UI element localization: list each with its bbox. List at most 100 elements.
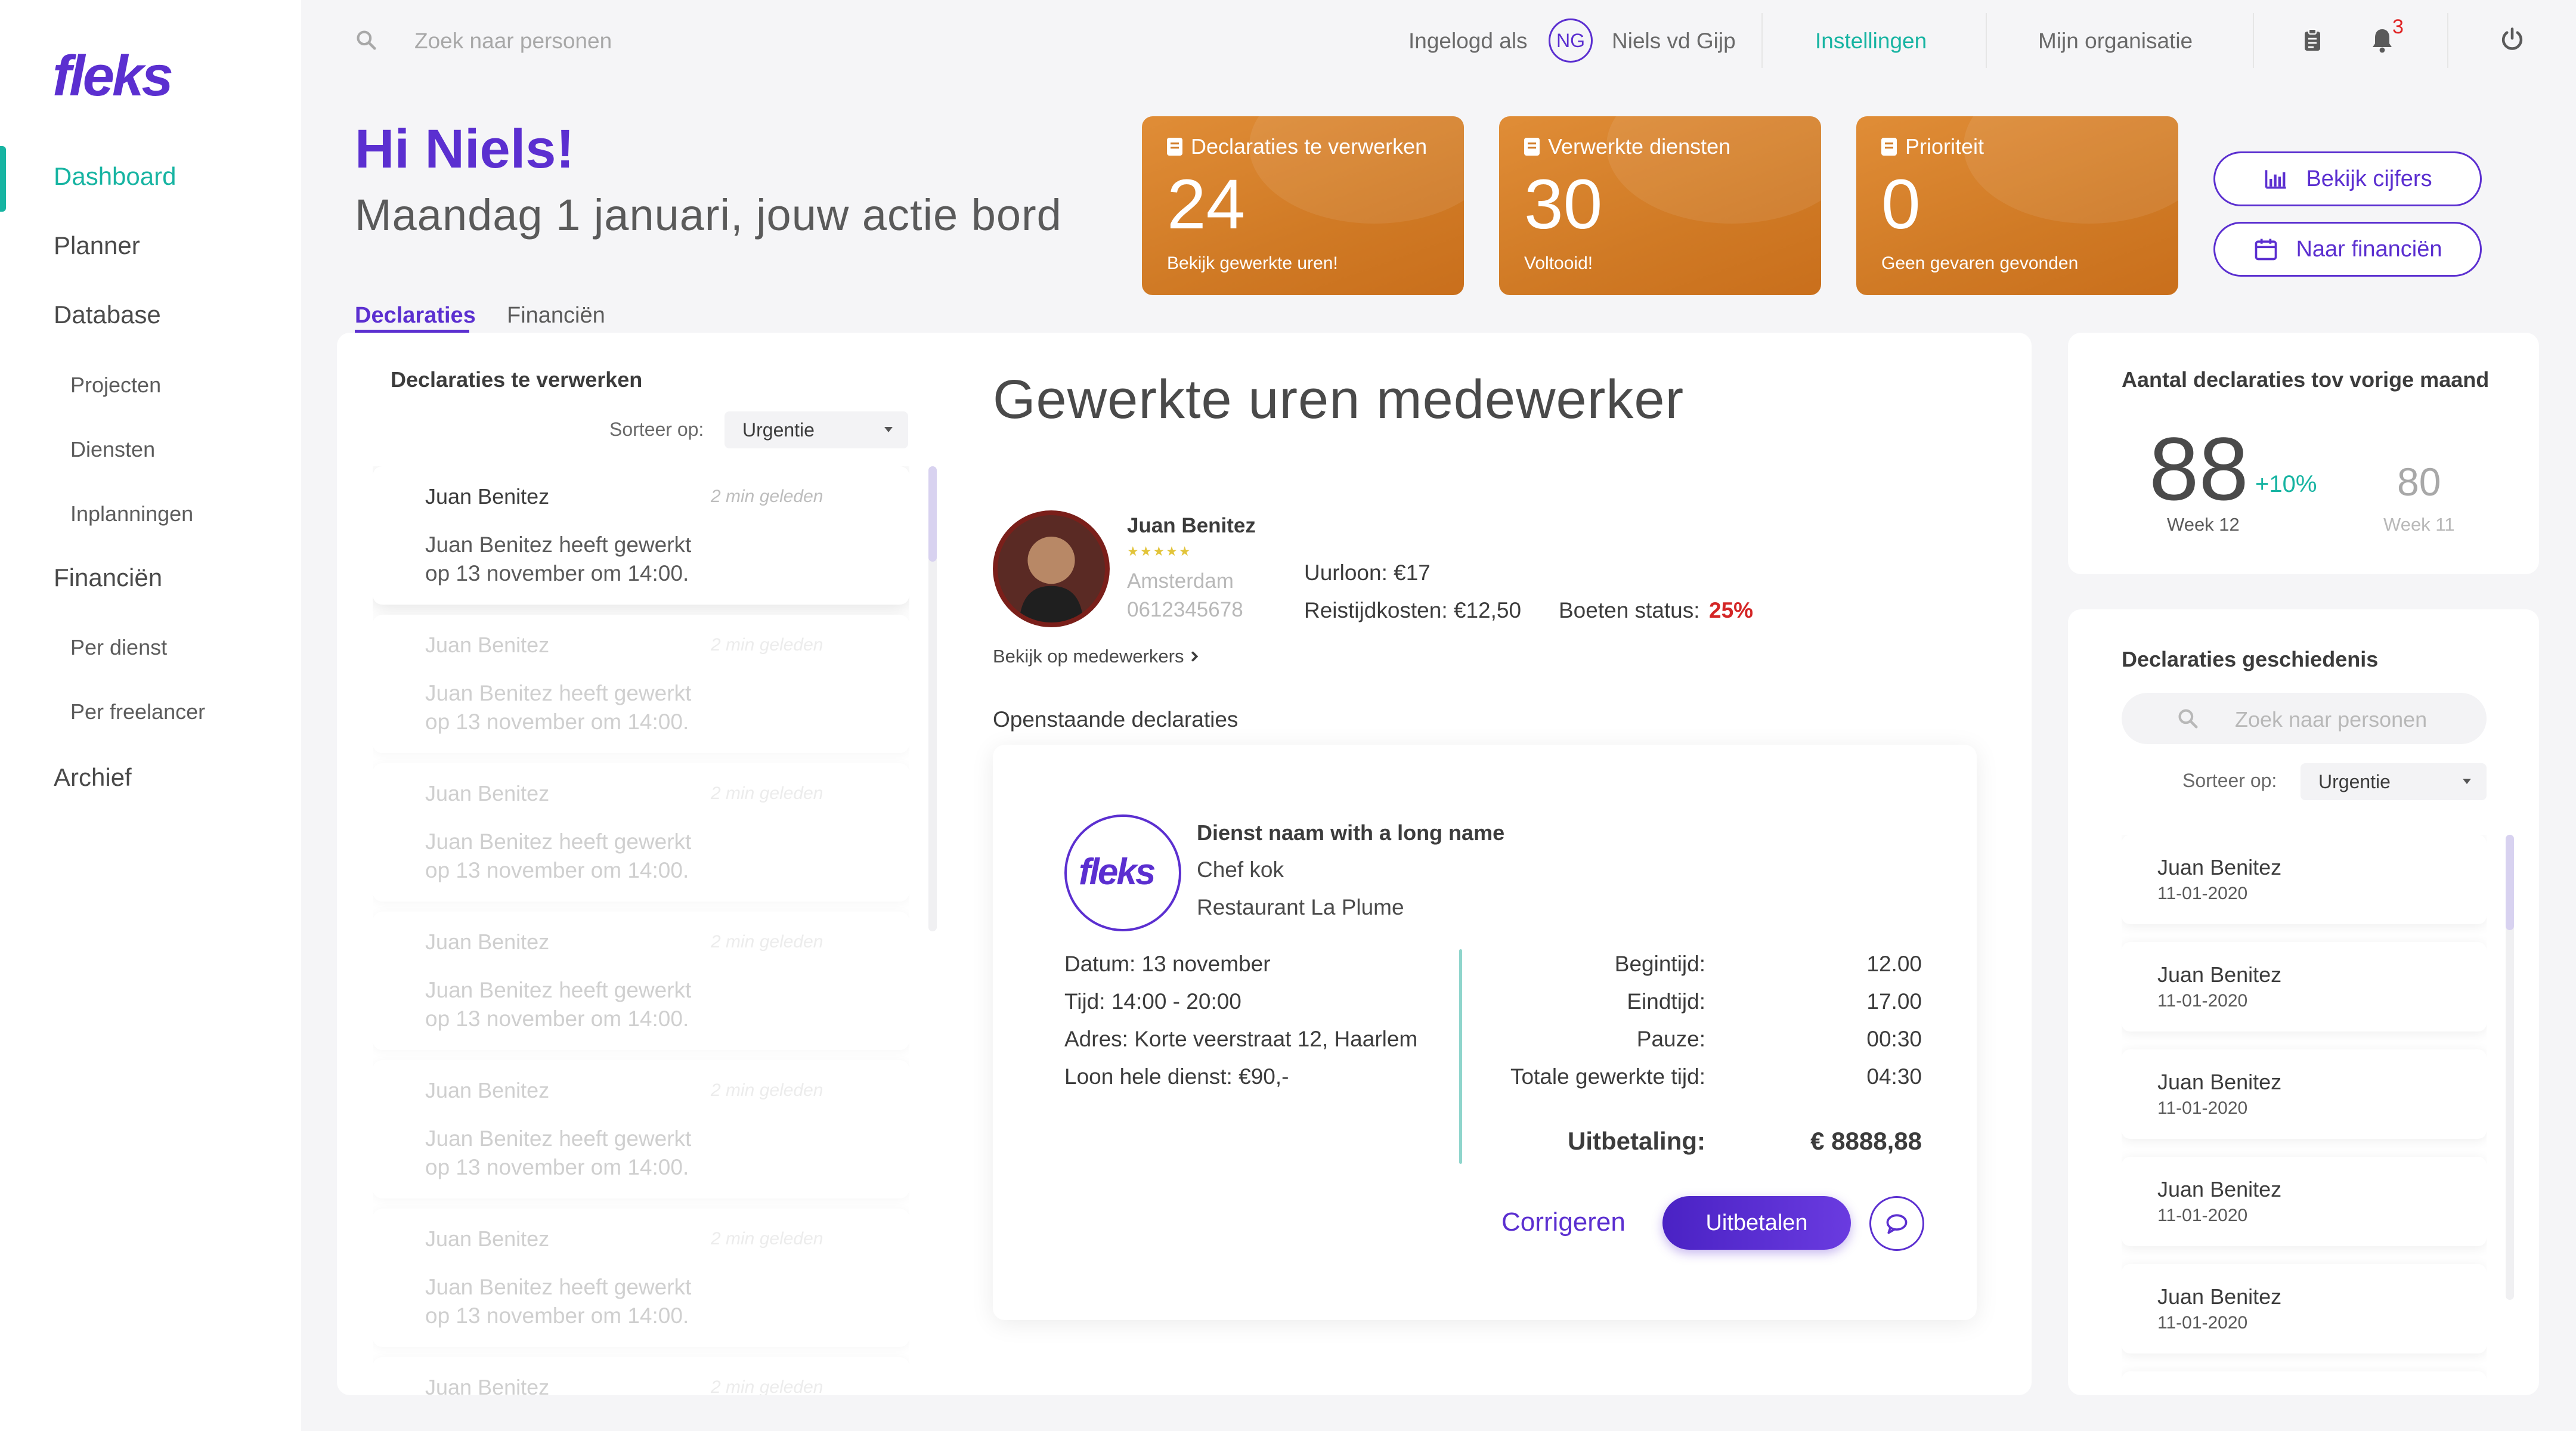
- history-item-date: 11-01-2020: [2157, 1098, 2248, 1118]
- list-item-line-1: Juan Benitez heeft gewerkt: [425, 1126, 692, 1151]
- break-label: Pauze:: [1636, 1027, 1705, 1051]
- tab-declaraties[interactable]: Declaraties: [355, 303, 476, 329]
- break-value: 00:30: [1866, 1027, 1922, 1051]
- sidebar-item-per-freelancer[interactable]: Per freelancer: [70, 699, 205, 724]
- info-address: Adres: Korte veerstraat 12, Haarlem: [1064, 1027, 1417, 1052]
- clipboard-icon[interactable]: [2303, 28, 2322, 52]
- global-search-input[interactable]: Zoek naar personen: [414, 29, 612, 54]
- stat-card-declaraties[interactable]: Declaraties te verwerken 24 Bekijk gewer…: [1142, 116, 1464, 295]
- stat-value: 0: [1881, 165, 1921, 244]
- view-figures-button[interactable]: Bekijk cijfers: [2213, 151, 2482, 206]
- info-wage: Loon hele dienst: €90,-: [1064, 1064, 1289, 1089]
- sidebar-item-inplanningen[interactable]: Inplanningen: [70, 501, 193, 526]
- organisation-link[interactable]: Mijn organisatie: [2038, 29, 2193, 54]
- list-item[interactable]: Juan Benitez 2 min geleden Juan Benitez …: [373, 466, 909, 605]
- history-list: Juan Benitez 11-01-2020 Juan Benitez 11-…: [2122, 835, 2487, 1395]
- list-item-line-1: Juan Benitez heeft gewerkt: [425, 681, 692, 705]
- pay-button[interactable]: Uitbetalen: [1662, 1196, 1851, 1250]
- tab-financien[interactable]: Financiën: [507, 303, 605, 329]
- document-icon: [1167, 138, 1182, 156]
- sidebar-item-per-dienst[interactable]: Per dienst: [70, 635, 167, 660]
- history-scrollbar-thumb[interactable]: [2506, 835, 2514, 930]
- list-item-text: Juan Benitez heeft gewerkt op 13 november…: [425, 531, 759, 588]
- start-time-value: 12.00: [1866, 952, 1922, 976]
- history-item[interactable]: Juan Benitez 11-01-2020: [2122, 942, 2487, 1032]
- list-item-line-2: op 13 november om 14:00.: [425, 1155, 689, 1179]
- list-item-time: 2 min geleden: [711, 1377, 823, 1395]
- divider: [2447, 13, 2448, 68]
- list-item[interactable]: Juan Benitez 2 min geleden Juan Benitez …: [373, 1209, 909, 1347]
- sidebar-item-database[interactable]: Database: [54, 301, 161, 329]
- change-percentage: +10%: [2255, 471, 2317, 497]
- info-value: 13 november: [1141, 952, 1271, 976]
- bell-icon[interactable]: [2370, 27, 2394, 53]
- history-item-name: Juan Benitez: [2157, 855, 2282, 879]
- chat-button[interactable]: [1869, 1196, 1924, 1251]
- employee-travel-costs: Reistijdkosten: €12,50: [1304, 598, 1522, 622]
- sidebar-item-planner[interactable]: Planner: [54, 231, 140, 260]
- stat-card-prioriteit[interactable]: Prioriteit 0 Geen gevaren gevonden: [1856, 116, 2178, 295]
- search-icon[interactable]: [355, 29, 377, 51]
- list-item[interactable]: Juan Benitez 2 min geleden Juan Benitez …: [373, 1060, 909, 1198]
- chat-icon: [1886, 1214, 1908, 1234]
- chevron-down-icon: [2463, 779, 2471, 784]
- settings-link[interactable]: Instellingen: [1815, 29, 1927, 54]
- chevron-right-icon[interactable]: [1188, 649, 1200, 664]
- history-item[interactable]: Juan Benitez 11-01-2020: [2122, 1264, 2487, 1353]
- correct-button[interactable]: Corrigeren: [1501, 1207, 1626, 1237]
- service-venue: Restaurant La Plume: [1197, 895, 1404, 919]
- view-employee-link[interactable]: Bekijk op medewerkers: [993, 646, 1184, 667]
- history-item[interactable]: [2122, 1371, 2487, 1395]
- list-item-time: 2 min geleden: [711, 1229, 823, 1249]
- info-time: Tijd: 14:00 - 20:00: [1064, 989, 1241, 1014]
- chevron-down-icon: [884, 427, 893, 432]
- list-item[interactable]: Juan Benitez 2 min geleden Juan Benitez …: [373, 615, 909, 753]
- list-item-line-2: op 13 november om 14:00.: [425, 1006, 689, 1031]
- history-item-date: 11-01-2020: [2157, 1206, 2248, 1225]
- sidebar-item-projecten[interactable]: Projecten: [70, 373, 161, 398]
- page-title: Hi Niels!: [355, 119, 575, 179]
- list-item-time: 2 min geleden: [711, 783, 823, 803]
- info-value: Korte veerstraat 12, Haarlem: [1134, 1027, 1418, 1051]
- stat-card-verwerkte-diensten[interactable]: Verwerkte diensten 30 Voltooid!: [1499, 116, 1821, 295]
- to-finance-button[interactable]: Naar financiën: [2213, 222, 2482, 277]
- list-item-time: 2 min geleden: [711, 1080, 823, 1100]
- history-item[interactable]: Juan Benitez 11-01-2020: [2122, 835, 2487, 924]
- list-item[interactable]: Juan Benitez 2 min geleden Juan Benitez …: [373, 763, 909, 902]
- sidebar-item-archief[interactable]: Archief: [54, 763, 132, 792]
- sidebar-item-diensten[interactable]: Diensten: [70, 437, 155, 462]
- list-item-line-2: op 13 november om 14:00.: [425, 858, 689, 882]
- list-item[interactable]: Juan Benitez 2 min geleden: [373, 1357, 909, 1395]
- list-item[interactable]: Juan Benitez 2 min geleden Juan Benitez …: [373, 912, 909, 1050]
- sort-select-value: Urgentie: [2318, 771, 2391, 792]
- history-item-name: Juan Benitez: [2157, 1284, 2282, 1309]
- list-scrollbar-thumb[interactable]: [928, 466, 937, 562]
- service-role: Chef kok: [1197, 857, 1284, 882]
- history-sort-select[interactable]: Urgentie: [2301, 763, 2487, 800]
- list-item-line-2: op 13 november om 14:00.: [425, 561, 689, 586]
- employee-wage: Uurloon: €17: [1304, 560, 1431, 585]
- user-avatar[interactable]: NG: [1549, 18, 1593, 63]
- history-search-input[interactable]: Zoek naar personen: [2122, 693, 2487, 744]
- sidebar-item-financien[interactable]: Financiën: [54, 563, 162, 592]
- power-icon[interactable]: [2500, 27, 2525, 52]
- fleks-logo[interactable]: fleks: [52, 44, 208, 113]
- previous-week-label: Week 11: [2383, 514, 2455, 535]
- employee-city: Amsterdam: [1127, 569, 1234, 593]
- search-icon: [2178, 709, 2198, 729]
- employee-phone: 0612345678: [1127, 598, 1243, 621]
- divider: [1986, 13, 1987, 68]
- sidebar-item-dashboard[interactable]: Dashboard: [54, 162, 176, 191]
- current-count: 88: [2149, 419, 2249, 519]
- history-item-date: 11-01-2020: [2157, 991, 2248, 1011]
- info-value: 14:00 - 20:00: [1111, 989, 1241, 1014]
- history-item[interactable]: Juan Benitez 11-01-2020: [2122, 1049, 2487, 1139]
- stat-value: 24: [1167, 165, 1246, 244]
- list-item-text: Juan Benitez heeft gewerkt op 13 november…: [425, 679, 759, 736]
- user-name[interactable]: Niels vd Gijp: [1612, 29, 1736, 54]
- list-item-time: 2 min geleden: [711, 635, 823, 655]
- list-item-time: 2 min geleden: [711, 487, 823, 506]
- history-item[interactable]: Juan Benitez 11-01-2020: [2122, 1157, 2487, 1246]
- sort-select[interactable]: Urgentie: [724, 411, 908, 448]
- payout-label: Uitbetaling:: [1568, 1127, 1705, 1155]
